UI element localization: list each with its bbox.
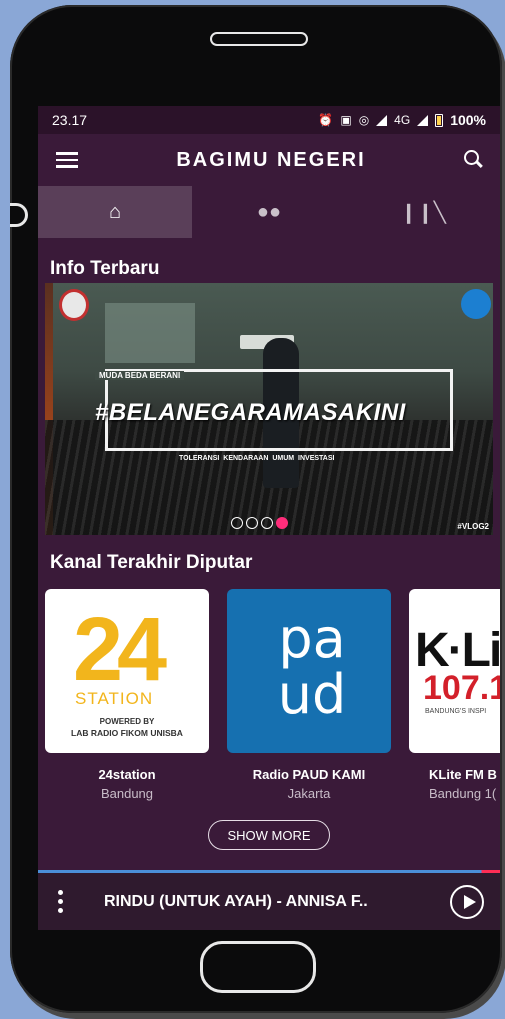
recent-channels-title: Kanal Terakhir Diputar	[50, 552, 253, 573]
info-section-title: Info Terbaru	[50, 258, 160, 279]
channel-city: Bandung	[100, 786, 154, 801]
mini-player[interactable]: RINDU (UNTUK AYAH) - ANNISA F..	[38, 873, 500, 930]
search-icon[interactable]	[464, 150, 484, 170]
tab-community[interactable]: ●●	[192, 186, 346, 238]
play-button[interactable]	[450, 884, 484, 919]
logo-frequency: 107.1	[423, 669, 500, 707]
status-bar: 23.17 ⏰ ▣ ◎ 4G 100%	[38, 106, 500, 134]
speaker-grille	[210, 32, 308, 46]
channel-name: 24station	[98, 767, 156, 782]
banner-tagline-bottom: TOLERANSI KENDARAAN UMUM INVESTASI	[179, 455, 335, 462]
logo-org: LAB RADIO FIKOM UNISBA	[71, 728, 183, 738]
banner-tagline-top: MUDA BEDA BERANI	[95, 371, 185, 380]
channel-logo[interactable]: K·Li 107.1 BANDUNG'S INSPI	[409, 589, 500, 753]
ministry-logo	[59, 289, 89, 321]
library-icon: ❙❙╲	[400, 201, 446, 224]
now-playing-title: RINDU (UNTUK AYAH) - ANNISA F..	[104, 892, 368, 910]
tab-home[interactable]: ⌂	[38, 186, 192, 238]
carousel-dot[interactable]	[261, 517, 273, 529]
app-bar: BAGIMU NEGERI	[38, 134, 500, 186]
logo-subtitle: BANDUNG'S INSPI	[425, 708, 487, 715]
home-icon: ⌂	[108, 200, 122, 223]
battery-percent: 100%	[450, 112, 486, 128]
tab-bar: ⌂ ●● ❙❙╲	[38, 186, 500, 238]
channel-city: Jakarta	[287, 786, 331, 801]
banner-window	[105, 303, 195, 363]
signal-icon-2	[417, 114, 429, 126]
carousel-dot-active[interactable]	[276, 517, 288, 529]
side-button	[10, 203, 28, 227]
logo-text: STATION	[75, 689, 154, 708]
channel-name: KLite FM B	[429, 767, 497, 782]
recent-channels-list: 24 STATION POWERED BY LAB RADIO FIKOM UN…	[45, 589, 500, 801]
hotspot-icon: ◎	[358, 113, 370, 127]
signal-icon	[376, 114, 388, 126]
tab-library[interactable]: ❙❙╲	[346, 186, 500, 238]
channel-card[interactable]: K·Li 107.1 BANDUNG'S INSPI KLite FM B Ba…	[409, 589, 500, 801]
channel-name: Radio PAUD KAMI	[252, 767, 366, 782]
battery-icon	[435, 113, 444, 127]
carousel-dot[interactable]	[246, 517, 258, 529]
logo-powered: POWERED BY	[99, 717, 155, 726]
logo-line: ud	[277, 663, 347, 726]
channel-logo[interactable]: pa ud	[227, 589, 391, 753]
app-title: BAGIMU NEGERI	[176, 148, 366, 171]
carousel-indicator	[231, 517, 288, 529]
logo-line: pa	[278, 607, 346, 670]
kominfo-logo	[461, 289, 491, 319]
users-icon: ●●	[256, 200, 282, 223]
menu-icon[interactable]	[56, 152, 78, 168]
app-screen: 23.17 ⏰ ▣ ◎ 4G 100% BAGIMU NEGERI ⌂ ●● ❙…	[38, 106, 500, 930]
phone-frame: 23.17 ⏰ ▣ ◎ 4G 100% BAGIMU NEGERI ⌂ ●● ❙…	[10, 5, 502, 1013]
banner-watermark: #VLOG2	[457, 522, 489, 531]
channel-logo[interactable]: 24 STATION POWERED BY LAB RADIO FIKOM UN…	[45, 589, 209, 753]
channel-city: Bandung 1(	[429, 786, 497, 801]
info-banner[interactable]: MUDA BEDA BERANI #BELANEGARAMASAKINI TOL…	[45, 283, 493, 535]
logo-number: 24	[73, 600, 167, 700]
more-options-icon[interactable]	[58, 890, 64, 913]
logo-text: pa ud	[272, 611, 352, 723]
channel-card[interactable]: 24 STATION POWERED BY LAB RADIO FIKOM UN…	[45, 589, 209, 801]
home-button[interactable]	[200, 941, 316, 993]
status-time: 23.17	[52, 112, 88, 128]
cast-icon: ▣	[340, 113, 352, 127]
carousel-dot[interactable]	[231, 517, 243, 529]
show-more-button[interactable]: SHOW MORE	[208, 820, 330, 850]
network-type: 4G	[394, 113, 411, 127]
alarm-icon: ⏰	[318, 113, 334, 127]
status-icons: ⏰ ▣ ◎ 4G 100%	[318, 112, 486, 128]
banner-hashtag: #BELANEGARAMASAKINI	[95, 399, 406, 426]
channel-card[interactable]: pa ud Radio PAUD KAMI Jakarta	[227, 589, 391, 801]
